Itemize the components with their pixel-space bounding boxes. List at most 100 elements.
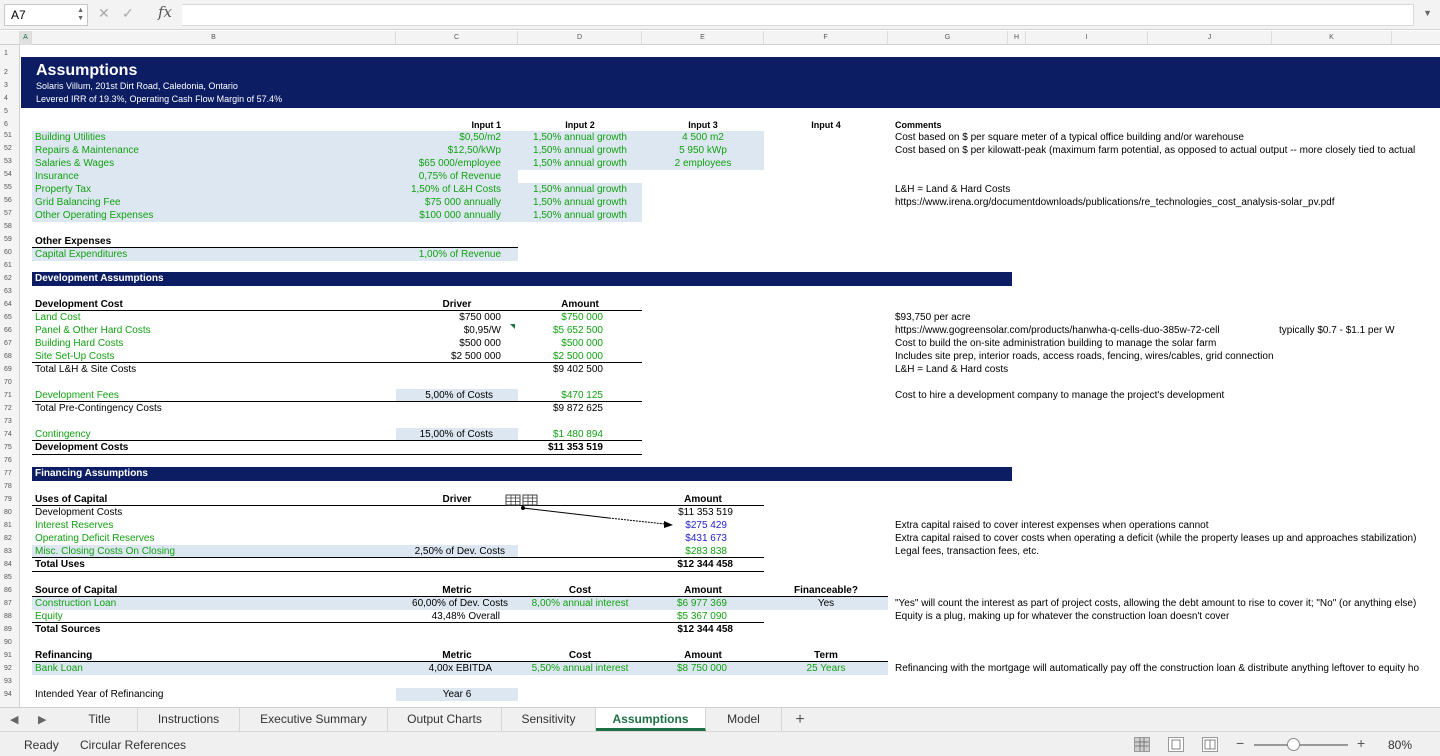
- row-header[interactable]: 68: [0, 350, 20, 363]
- capex-value[interactable]: 1,00% of Revenue: [396, 248, 501, 261]
- row-header[interactable]: 78: [0, 480, 20, 493]
- opex-label[interactable]: Repairs & Maintenance: [35, 144, 139, 157]
- row-header[interactable]: 1: [0, 47, 20, 60]
- tab-instructions[interactable]: Instructions: [138, 708, 240, 731]
- construction-loan-financeable[interactable]: Yes: [764, 597, 888, 610]
- opex-input1[interactable]: $0,50/m2: [396, 131, 501, 144]
- row-header[interactable]: 3: [0, 79, 20, 92]
- tab-output-charts[interactable]: Output Charts: [388, 708, 502, 731]
- select-all-corner[interactable]: [0, 31, 20, 45]
- opex-input1[interactable]: 1,50% of L&H Costs: [396, 183, 501, 196]
- name-box[interactable]: A7 ▲ ▼: [4, 4, 88, 26]
- row-header[interactable]: 90: [0, 636, 20, 649]
- opex-label[interactable]: Grid Balancing Fee: [35, 196, 121, 209]
- pre-contingency-amount[interactable]: $9 872 625: [518, 402, 603, 415]
- row-header[interactable]: 64: [0, 298, 20, 311]
- column-header-b[interactable]: B: [32, 31, 396, 45]
- row-header[interactable]: 63: [0, 285, 20, 298]
- column-header-i[interactable]: I: [1026, 31, 1148, 45]
- opex-input2[interactable]: 1,50% annual growth: [518, 144, 642, 157]
- row-header[interactable]: 92: [0, 662, 20, 675]
- row-header[interactable]: 65: [0, 311, 20, 324]
- column-header-g[interactable]: G: [888, 31, 1008, 45]
- row-header[interactable]: 2: [0, 66, 20, 79]
- zoom-slider-handle[interactable]: [1287, 738, 1300, 751]
- column-header-h[interactable]: H: [1008, 31, 1026, 45]
- zoom-slider-track[interactable]: [1254, 744, 1348, 746]
- dev-cost-driver[interactable]: $750 000: [396, 311, 501, 324]
- row-header[interactable]: 87: [0, 597, 20, 610]
- dev-cost-driver[interactable]: $0,95/W: [396, 324, 501, 337]
- opex-input1[interactable]: $12,50/kWp: [396, 144, 501, 157]
- opex-input2[interactable]: 1,50% annual growth: [518, 183, 642, 196]
- dev-cost-driver[interactable]: $500 000: [396, 337, 501, 350]
- total-uses-amount[interactable]: $12 344 458: [642, 558, 733, 571]
- dev-cost-label[interactable]: Building Hard Costs: [35, 337, 123, 350]
- opex-input2[interactable]: 1,50% annual growth: [518, 209, 642, 222]
- zoom-in-icon[interactable]: +: [1357, 735, 1365, 751]
- expand-formula-icon[interactable]: ▼: [1423, 8, 1432, 18]
- row-header[interactable]: 83: [0, 545, 20, 558]
- dev-cost-amount[interactable]: $500 000: [518, 337, 603, 350]
- development-costs-amount[interactable]: $11 353 519: [518, 441, 603, 454]
- row-header[interactable]: 57: [0, 207, 20, 220]
- column-header-e[interactable]: E: [642, 31, 764, 45]
- cancel-icon[interactable]: ✕: [98, 5, 110, 22]
- opex-input1[interactable]: $65 000/employee: [396, 157, 501, 170]
- next-sheet-icon[interactable]: ▶: [38, 713, 46, 726]
- row-header[interactable]: 61: [0, 259, 20, 272]
- opex-input2[interactable]: 1,50% annual growth: [518, 157, 642, 170]
- tab-model[interactable]: Model: [706, 708, 782, 731]
- row-header[interactable]: 54: [0, 168, 20, 181]
- opex-label[interactable]: Insurance: [35, 170, 79, 183]
- row-header[interactable]: 73: [0, 415, 20, 428]
- bank-loan-label[interactable]: Bank Loan: [35, 662, 83, 675]
- opex-input2[interactable]: 1,50% annual growth: [518, 131, 642, 144]
- confirm-icon[interactable]: ✓: [122, 5, 134, 22]
- opex-label[interactable]: Property Tax: [35, 183, 91, 196]
- row-header[interactable]: 94: [0, 688, 20, 701]
- row-header[interactable]: 76: [0, 454, 20, 467]
- row-header[interactable]: 80: [0, 506, 20, 519]
- column-header-a[interactable]: A: [20, 31, 32, 45]
- row-header[interactable]: 81: [0, 519, 20, 532]
- dev-cost-label[interactable]: Panel & Other Hard Costs: [35, 324, 151, 337]
- dev-cost-label[interactable]: Land Cost: [35, 311, 81, 324]
- dev-cost-amount[interactable]: $5 652 500: [518, 324, 603, 337]
- row-header[interactable]: 75: [0, 441, 20, 454]
- bank-loan-metric[interactable]: 4,00x EBITDA: [396, 662, 492, 675]
- column-header-c[interactable]: C: [396, 31, 518, 45]
- opex-input3[interactable]: 4 500 m2: [642, 131, 764, 144]
- row-header[interactable]: 69: [0, 363, 20, 376]
- column-header-j[interactable]: J: [1148, 31, 1272, 45]
- row-header[interactable]: 62: [0, 272, 20, 285]
- row-header[interactable]: 82: [0, 532, 20, 545]
- row-header[interactable]: 55: [0, 181, 20, 194]
- capex-label[interactable]: Capital Expenditures: [35, 248, 127, 261]
- zoom-level[interactable]: 80%: [1388, 738, 1412, 752]
- tab-title[interactable]: Title: [62, 708, 138, 731]
- opex-label[interactable]: Other Operating Expenses: [35, 209, 153, 222]
- cell-grid[interactable]: Assumptions Solaris Villum, 201st Dirt R…: [21, 45, 1440, 707]
- tab-sensitivity[interactable]: Sensitivity: [502, 708, 596, 731]
- row-header[interactable]: 72: [0, 402, 20, 415]
- construction-loan-metric[interactable]: 60,00% of Dev. Costs: [396, 597, 508, 610]
- uses-amount[interactable]: $275 429: [642, 519, 727, 532]
- opex-input3[interactable]: 5 950 kWp: [642, 144, 764, 157]
- uses-amount[interactable]: $11 353 519: [642, 506, 733, 519]
- opex-label[interactable]: Salaries & Wages: [35, 157, 114, 170]
- row-header[interactable]: 59: [0, 233, 20, 246]
- zoom-out-icon[interactable]: −: [1236, 735, 1244, 751]
- row-header[interactable]: 74: [0, 428, 20, 441]
- opex-input1[interactable]: 0,75% of Revenue: [396, 170, 501, 183]
- name-box-spinner-icon[interactable]: ▲ ▼: [77, 7, 84, 23]
- row-header[interactable]: 84: [0, 558, 20, 571]
- row-header[interactable]: 91: [0, 649, 20, 662]
- row-header[interactable]: 56: [0, 194, 20, 207]
- normal-view-icon[interactable]: [1134, 737, 1150, 752]
- page-layout-view-icon[interactable]: [1168, 737, 1184, 752]
- uses-label[interactable]: Interest Reserves: [35, 519, 113, 532]
- prev-sheet-icon[interactable]: ◀: [10, 713, 18, 726]
- column-header-k[interactable]: K: [1272, 31, 1392, 45]
- row-header[interactable]: 67: [0, 337, 20, 350]
